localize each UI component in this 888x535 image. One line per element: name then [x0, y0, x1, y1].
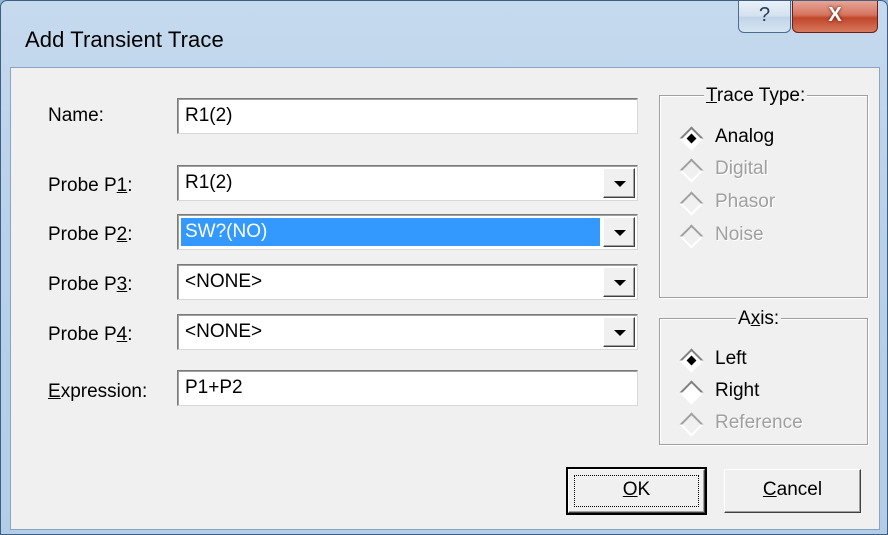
- probe-p2-value: SW?(NO): [181, 218, 600, 246]
- probe-p2-label: Probe P2:: [48, 224, 133, 245]
- trace-type-title: Trace Type:: [704, 85, 808, 107]
- expression-field[interactable]: P1+P2: [177, 370, 638, 406]
- probe-p3-select[interactable]: <NONE>: [177, 264, 638, 300]
- ok-button[interactable]: OK: [566, 467, 707, 515]
- window-title: Add Transient Trace: [25, 27, 224, 52]
- probe-p1-select[interactable]: R1(2): [177, 165, 638, 201]
- axis-title: Axis:: [736, 308, 782, 330]
- probe-p1-value: R1(2): [185, 172, 233, 193]
- probe-p3-label: Probe P3:: [48, 274, 133, 295]
- chevron-down-icon[interactable]: [603, 267, 635, 297]
- chevron-down-icon[interactable]: [603, 217, 635, 247]
- probe-p3-value: <NONE>: [185, 271, 263, 292]
- help-icon: ?: [758, 4, 771, 26]
- close-button[interactable]: X: [792, 1, 878, 33]
- probe-p4-value: <NONE>: [185, 321, 263, 342]
- cancel-button[interactable]: Cancel: [724, 469, 861, 513]
- name-label: Name:: [48, 105, 104, 126]
- dialog-body: Name: R1(2) Probe P1: R1(2) Probe P2: SW…: [10, 67, 880, 530]
- chevron-down-icon[interactable]: [603, 168, 635, 198]
- probe-p4-label: Probe P4:: [48, 324, 133, 345]
- dialog-window: Add Transient Trace ? X Name: R1(2) Prob…: [0, 0, 888, 535]
- probe-p1-label: Probe P1:: [48, 175, 133, 196]
- expression-label: Expression:: [48, 381, 148, 402]
- chevron-down-icon[interactable]: [603, 317, 635, 347]
- focus-rect: [574, 475, 699, 507]
- help-button[interactable]: ?: [738, 1, 791, 33]
- close-icon: X: [828, 4, 842, 26]
- probe-p2-select[interactable]: SW?(NO): [177, 214, 638, 250]
- probe-p4-select[interactable]: <NONE>: [177, 314, 638, 350]
- name-field[interactable]: R1(2): [177, 98, 638, 134]
